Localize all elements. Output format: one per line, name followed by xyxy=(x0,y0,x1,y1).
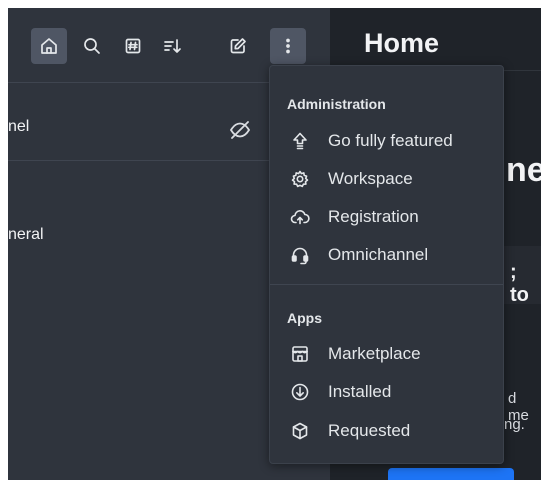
menu-item-label: Go fully featured xyxy=(328,131,453,150)
menu-item-requested[interactable]: Requested xyxy=(270,413,503,449)
kebab-menu-button[interactable] xyxy=(270,28,306,64)
menu-item-label: Installed xyxy=(328,382,392,401)
menu-item-marketplace[interactable]: Marketplace xyxy=(270,336,503,372)
menu-item-installed[interactable]: Installed xyxy=(270,374,503,410)
page-title: Home xyxy=(364,28,440,58)
directory-button[interactable] xyxy=(115,28,151,64)
arrow-up-icon xyxy=(290,131,310,151)
menu-item-omnichannel[interactable]: Omnichannel xyxy=(270,237,503,273)
sort-icon xyxy=(164,39,181,53)
menu-item-label: Omnichannel xyxy=(328,245,429,264)
home-icon xyxy=(41,38,57,54)
menu-item-workspace[interactable]: Workspace xyxy=(270,161,503,197)
cube-icon xyxy=(290,421,310,441)
directory-icon xyxy=(125,38,141,54)
room-item-label[interactable]: nel xyxy=(8,118,29,136)
menu-item-label: Requested xyxy=(328,421,411,440)
subheading-text: ; to xyxy=(510,261,529,306)
welcome-heading: ne xyxy=(506,151,541,189)
create-new-icon xyxy=(230,38,246,54)
card-text-line: ng. xyxy=(504,416,525,433)
gear-icon xyxy=(290,169,310,189)
eye-off-icon[interactable] xyxy=(228,118,252,142)
create-new-button[interactable] xyxy=(220,28,256,64)
menu-item-label: Workspace xyxy=(328,169,413,188)
administration-menu: Administration Go fully featured Workspa… xyxy=(269,65,504,464)
primary-button[interactable] xyxy=(388,468,514,480)
sort-button[interactable] xyxy=(154,28,190,64)
menu-section-heading: Administration xyxy=(287,96,386,112)
cloud-upload-icon xyxy=(290,207,310,227)
menu-item-label: Registration xyxy=(328,207,419,226)
menu-item-go-fully-featured[interactable]: Go fully featured xyxy=(270,123,503,159)
menu-item-registration[interactable]: Registration xyxy=(270,199,503,235)
search-button[interactable] xyxy=(74,28,110,64)
room-item-label[interactable]: neral xyxy=(8,226,44,244)
headset-icon xyxy=(290,245,310,265)
home-button[interactable] xyxy=(31,28,67,64)
store-icon xyxy=(290,344,310,364)
download-circle-icon xyxy=(290,382,310,402)
menu-divider xyxy=(270,284,503,285)
menu-section-heading: Apps xyxy=(287,310,322,326)
menu-item-label: Marketplace xyxy=(328,344,421,363)
kebab-menu-icon xyxy=(286,38,290,54)
search-icon xyxy=(84,38,100,54)
